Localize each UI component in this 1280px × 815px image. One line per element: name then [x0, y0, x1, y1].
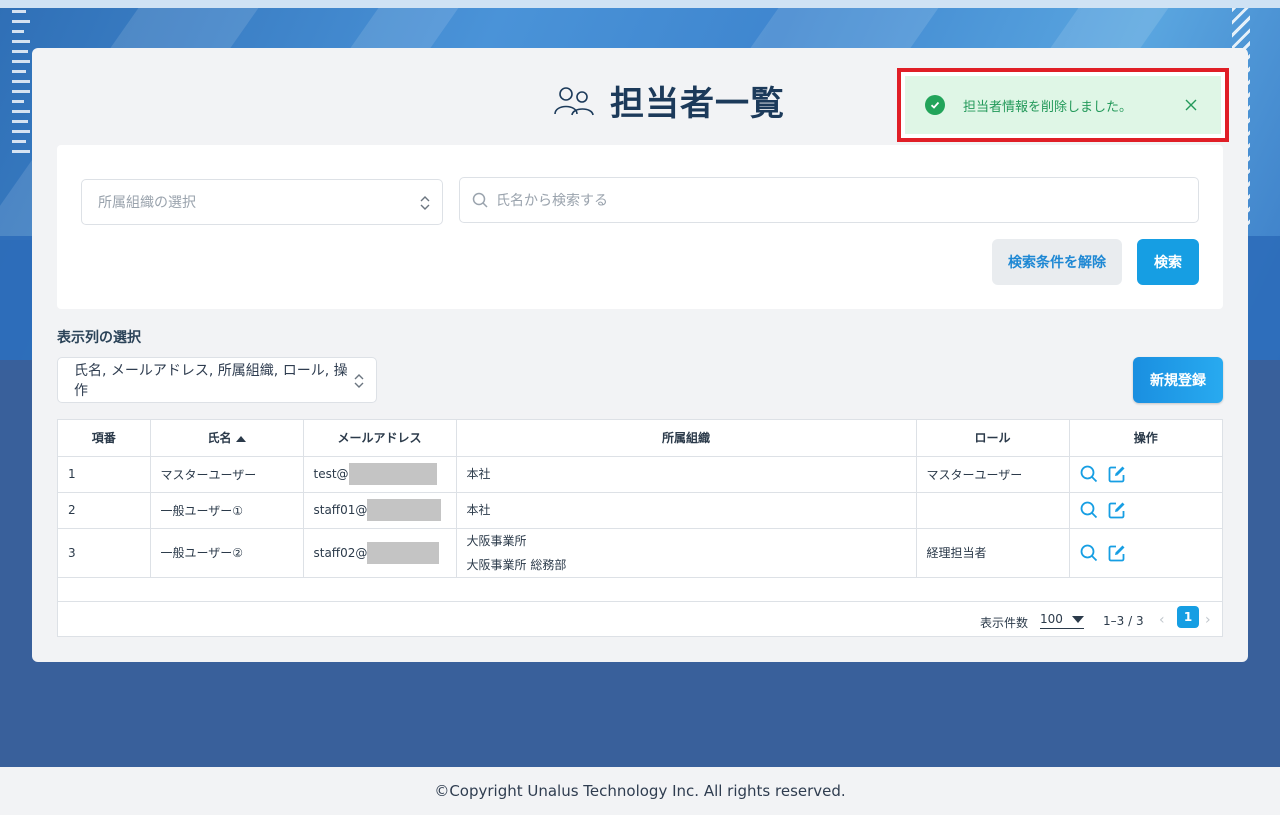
main-card: 担当者一覧 担当者情報を削除しました。 所属組織の選択 氏名から検索する 検索条…	[32, 48, 1248, 662]
chevron-left-icon[interactable]: ‹	[1159, 612, 1165, 628]
cell-actions	[1069, 492, 1222, 529]
org-line: 本社	[466, 503, 491, 517]
header-role: ロール	[916, 420, 1070, 457]
org-line: 大阪事業所 総務部	[466, 557, 567, 572]
toast-message: 担当者情報を削除しました。	[963, 99, 1133, 115]
page-number-current[interactable]: 1	[1177, 606, 1199, 628]
footer: ©Copyright Unalus Technology Inc. All ri…	[0, 767, 1280, 815]
check-circle-icon	[925, 95, 945, 115]
name-search-placeholder: 氏名から検索する	[496, 193, 608, 209]
cell-email: test@	[303, 456, 457, 493]
column-select-label: 表示列の選択	[57, 330, 141, 346]
header-email: メールアドレス	[303, 420, 457, 457]
view-detail-icon[interactable]	[1080, 544, 1098, 562]
view-detail-icon[interactable]	[1080, 465, 1098, 483]
edit-icon[interactable]	[1108, 465, 1126, 483]
org-line: 大阪事業所	[466, 533, 527, 548]
email-text: staff02@	[313, 545, 368, 560]
per-page-value: 100	[1040, 612, 1063, 626]
cell-no: 3	[58, 528, 151, 578]
org-select-placeholder: 所属組織の選択	[98, 195, 196, 211]
cell-email: staff01@	[303, 492, 457, 529]
staff-table: 項番 氏名 メールアドレス 所属組織 ロール 操作 1 マスターユーザー tes…	[57, 419, 1223, 637]
email-text: staff01@	[313, 503, 368, 517]
cell-name: 一般ユーザー②	[150, 528, 304, 578]
search-icon	[472, 192, 488, 208]
header-name-label: 氏名	[207, 431, 232, 446]
column-select[interactable]: 氏名, メールアドレス, 所属組織, ロール, 操作	[57, 357, 377, 403]
email-text: test@	[313, 467, 349, 481]
sort-asc-icon	[235, 435, 246, 442]
cell-no: 1	[58, 456, 151, 493]
view-detail-icon[interactable]	[1080, 501, 1098, 519]
search-button[interactable]: 検索	[1137, 239, 1199, 285]
cell-actions	[1069, 456, 1222, 493]
new-register-button[interactable]: 新規登録	[1133, 357, 1223, 403]
table-header-row: 項番 氏名 メールアドレス 所属組織 ロール 操作	[58, 420, 1222, 457]
clear-filters-button[interactable]: 検索条件を解除	[992, 239, 1122, 285]
edit-icon[interactable]	[1108, 544, 1126, 562]
cell-org: 本社	[456, 456, 917, 493]
header-no: 項番	[58, 420, 151, 457]
cell-email: staff02@	[303, 528, 457, 578]
cell-name: マスターユーザー	[150, 456, 304, 493]
header-actions: 操作	[1069, 420, 1222, 457]
org-line: 本社	[466, 467, 491, 481]
cell-name: 一般ユーザー①	[150, 492, 304, 529]
chevron-updown-icon	[354, 374, 364, 388]
page-header: 担当者一覧	[552, 76, 785, 125]
per-page-label: 表示件数	[980, 616, 1029, 630]
table-row: 3 一般ユーザー② staff02@ 大阪事業所 大阪事業所 総務部 経理担当者	[58, 528, 1222, 578]
per-page-select[interactable]: 100	[1040, 612, 1084, 629]
cell-role: マスターユーザー	[916, 456, 1070, 493]
cell-org: 本社	[456, 492, 917, 529]
users-icon	[554, 86, 594, 115]
redacted-block	[367, 541, 440, 564]
header-name[interactable]: 氏名	[150, 420, 304, 457]
redacted-block	[367, 499, 442, 521]
cell-no: 2	[58, 492, 151, 529]
table-row: 2 一般ユーザー① staff01@ 本社	[58, 492, 1222, 529]
cell-role	[916, 492, 1070, 529]
cell-actions	[1069, 528, 1222, 578]
caret-down-icon	[1072, 615, 1084, 623]
pagination: 表示件数 100 1–3 / 3 ‹ 1 ›	[58, 606, 1222, 636]
page-title: 担当者一覧	[610, 84, 785, 124]
spacer-cell	[58, 577, 1222, 602]
chevron-right-icon[interactable]: ›	[1205, 612, 1211, 628]
edit-icon[interactable]	[1108, 501, 1126, 519]
cell-role: 経理担当者	[916, 528, 1070, 578]
table-spacer-row	[58, 577, 1222, 602]
background-topline	[0, 0, 1280, 8]
table-row: 1 マスターユーザー test@ 本社 マスターユーザー	[58, 456, 1222, 493]
redacted-block	[348, 463, 437, 485]
page-range: 1–3 / 3	[1103, 614, 1144, 628]
close-icon[interactable]	[1181, 95, 1201, 115]
success-toast: 担当者情報を削除しました。	[897, 68, 1229, 142]
copyright-text: ©Copyright Unalus Technology Inc. All ri…	[434, 782, 846, 800]
name-search-input[interactable]: 氏名から検索する	[459, 177, 1199, 223]
column-select-value: 氏名, メールアドレス, 所属組織, ロール, 操作	[74, 363, 348, 399]
decoration-lines	[12, 10, 32, 210]
org-select[interactable]: 所属組織の選択	[81, 179, 443, 225]
chevron-updown-icon	[420, 196, 430, 210]
search-panel: 所属組織の選択 氏名から検索する 検索条件を解除 検索	[57, 145, 1223, 309]
header-org: 所属組織	[456, 420, 917, 457]
cell-org: 大阪事業所 大阪事業所 総務部	[456, 528, 917, 578]
